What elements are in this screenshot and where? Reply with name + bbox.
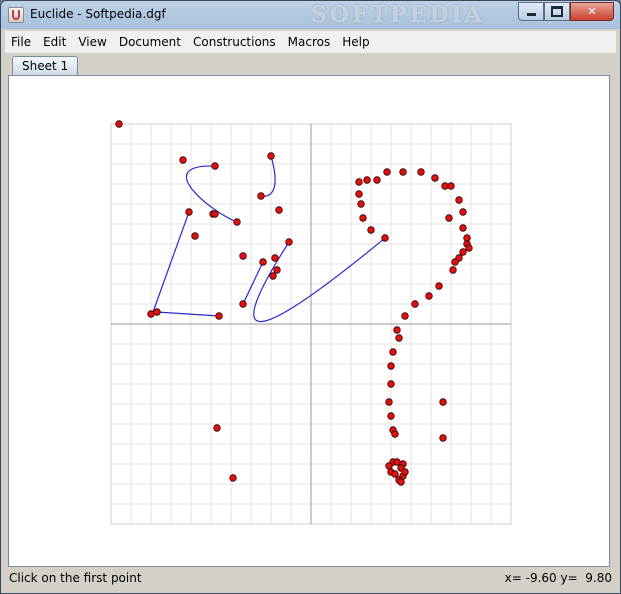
close-button[interactable]: ✕	[570, 2, 614, 21]
point[interactable]	[383, 168, 391, 176]
point[interactable]	[359, 214, 367, 222]
geometry-board[interactable]	[9, 76, 609, 566]
point[interactable]	[355, 178, 363, 186]
point[interactable]	[395, 334, 403, 342]
menu-document[interactable]: Document	[113, 32, 187, 52]
point[interactable]	[391, 430, 399, 438]
status-bar: Click on the first point x= -9.60 y= 9.8…	[5, 570, 616, 588]
point[interactable]	[459, 248, 467, 256]
point[interactable]	[275, 206, 283, 214]
point[interactable]	[455, 196, 463, 204]
window-controls: ✕	[518, 2, 614, 21]
point[interactable]	[271, 254, 279, 262]
tab-sheet-1[interactable]: Sheet 1	[12, 56, 79, 75]
point[interactable]	[191, 232, 199, 240]
cursor-coordinates: x= -9.60 y= 9.80	[504, 571, 612, 585]
point[interactable]	[269, 272, 277, 280]
point[interactable]	[239, 252, 247, 260]
curve[interactable]	[260, 155, 276, 197]
point[interactable]	[425, 292, 433, 300]
maximize-button[interactable]	[544, 2, 570, 21]
point[interactable]	[273, 266, 281, 274]
point[interactable]	[393, 458, 401, 466]
menu-bar: File Edit View Document Constructions Ma…	[5, 31, 616, 53]
point[interactable]	[147, 310, 155, 318]
menu-file[interactable]: File	[5, 32, 37, 52]
point[interactable]	[401, 468, 409, 476]
point[interactable]	[381, 234, 389, 242]
point[interactable]	[373, 176, 381, 184]
status-message: Click on the first point	[9, 571, 142, 585]
point[interactable]	[393, 326, 401, 334]
sheet-tabs: Sheet 1	[5, 55, 616, 75]
point[interactable]	[391, 470, 399, 478]
point[interactable]	[431, 174, 439, 182]
point[interactable]	[389, 348, 397, 356]
point[interactable]	[385, 398, 393, 406]
point[interactable]	[215, 312, 223, 320]
segment[interactable]	[156, 311, 220, 317]
point[interactable]	[211, 162, 219, 170]
point[interactable]	[257, 192, 265, 200]
point[interactable]	[435, 282, 443, 290]
point[interactable]	[115, 120, 123, 128]
point[interactable]	[439, 398, 447, 406]
point[interactable]	[259, 258, 267, 266]
point[interactable]	[387, 412, 395, 420]
point[interactable]	[179, 156, 187, 164]
point[interactable]	[363, 176, 371, 184]
drawing-area[interactable]	[8, 75, 610, 567]
point[interactable]	[387, 380, 395, 388]
menu-help[interactable]: Help	[336, 32, 375, 52]
point[interactable]	[451, 258, 459, 266]
point[interactable]	[355, 190, 363, 198]
point[interactable]	[153, 308, 161, 316]
point[interactable]	[459, 224, 467, 232]
point[interactable]	[397, 478, 405, 486]
point[interactable]	[211, 210, 219, 218]
point[interactable]	[459, 208, 467, 216]
point[interactable]	[385, 462, 393, 470]
menu-edit[interactable]: Edit	[37, 32, 72, 52]
title-bar[interactable]: Euclide - Softpedia.dgf SOFTPEDIA ✕	[1, 1, 620, 29]
watermark-text: SOFTPEDIA	[311, 2, 485, 28]
menu-constructions[interactable]: Constructions	[187, 32, 282, 52]
window-title: Euclide - Softpedia.dgf	[30, 7, 166, 21]
point[interactable]	[401, 312, 409, 320]
point[interactable]	[465, 244, 473, 252]
point[interactable]	[417, 168, 425, 176]
point[interactable]	[239, 300, 247, 308]
point[interactable]	[445, 214, 453, 222]
point[interactable]	[411, 300, 419, 308]
point[interactable]	[387, 362, 395, 370]
curve[interactable]	[253, 237, 386, 323]
point[interactable]	[229, 474, 237, 482]
point[interactable]	[213, 424, 221, 432]
point[interactable]	[357, 200, 365, 208]
point[interactable]	[399, 168, 407, 176]
menu-view[interactable]: View	[72, 32, 112, 52]
point[interactable]	[185, 208, 193, 216]
segment[interactable]	[242, 261, 264, 305]
point[interactable]	[449, 266, 457, 274]
point[interactable]	[233, 218, 241, 226]
java-cup-icon[interactable]	[8, 7, 24, 23]
point[interactable]	[285, 238, 293, 246]
point[interactable]	[447, 182, 455, 190]
point[interactable]	[439, 434, 447, 442]
menu-macros[interactable]: Macros	[282, 32, 337, 52]
point[interactable]	[267, 152, 275, 160]
minimize-button[interactable]	[518, 2, 544, 21]
point[interactable]	[367, 226, 375, 234]
app-window: Euclide - Softpedia.dgf SOFTPEDIA ✕ File…	[0, 0, 621, 594]
